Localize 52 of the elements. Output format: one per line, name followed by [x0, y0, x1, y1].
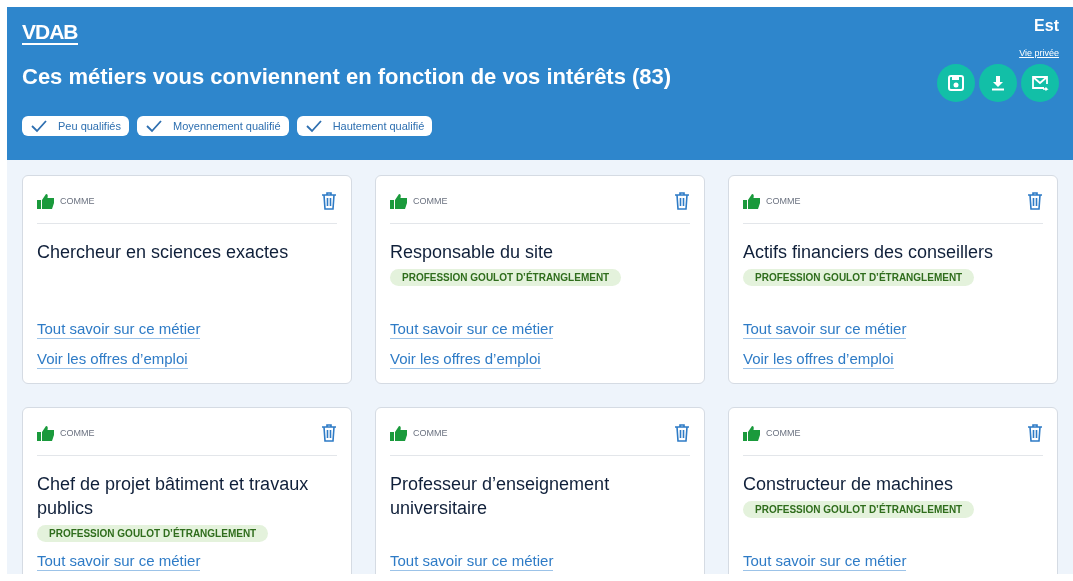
trash-icon[interactable] [1027, 423, 1043, 442]
job-link[interactable]: Voir les offres d’emploi [743, 350, 894, 369]
thumbs-up-icon [390, 424, 408, 441]
vdab-logo[interactable]: VDAB [22, 21, 78, 45]
bottleneck-badge: PROFESSION GOULOT D’ÉTRANGLEMENT [743, 501, 975, 518]
filter-chip[interactable]: Hautement qualifié [296, 116, 433, 136]
job-link[interactable]: Voir les offres d’emploi [37, 350, 188, 369]
job-link[interactable]: Tout savoir sur ce métier [37, 320, 201, 339]
download-button[interactable] [979, 64, 1017, 102]
filter-chip[interactable]: Peu qualifiés [22, 116, 129, 136]
email-button[interactable] [1021, 64, 1059, 102]
like-label: COMME [413, 427, 448, 438]
like-label: COMME [413, 195, 448, 206]
trash-icon[interactable] [1027, 191, 1043, 210]
thumbs-up-icon [37, 192, 55, 209]
language-label[interactable]: Est [1034, 17, 1059, 35]
thumbs-up-icon [743, 424, 761, 441]
envelope-icon [1031, 74, 1049, 92]
job-link[interactable]: Tout savoir sur ce métier [743, 552, 907, 571]
like-label: COMME [60, 195, 95, 206]
privacy-link[interactable]: Vie privée [1019, 48, 1059, 58]
job-title: Professeur d’enseignement universitaire [390, 473, 611, 520]
thumbs-up-icon [743, 192, 761, 209]
trash-icon[interactable] [321, 423, 337, 442]
like-label: COMME [766, 427, 801, 438]
job-link[interactable]: Voir les offres d’emploi [390, 350, 541, 369]
job-title: Actifs financiers des conseillers [743, 241, 995, 264]
trash-icon[interactable] [321, 191, 337, 210]
job-title: Chef de projet bâtiment et travaux publics [37, 473, 310, 520]
job-link[interactable]: Tout savoir sur ce métier [390, 552, 554, 571]
thumbs-up-icon [390, 192, 408, 209]
job-title: Constructeur de machines [743, 473, 955, 496]
thumbs-up-icon [37, 424, 55, 441]
job-link[interactable]: Tout savoir sur ce métier [390, 320, 554, 339]
like-label: COMME [766, 195, 801, 206]
like-label: COMME [60, 427, 95, 438]
page-title: Ces métiers vous conviennent en fonction de vos intérêts (83) [22, 64, 672, 90]
download-icon [989, 74, 1007, 92]
job-link[interactable]: Tout savoir sur ce métier [743, 320, 907, 339]
filter-chip[interactable]: Moyennement qualifié [137, 116, 289, 136]
job-title: Chercheur en sciences exactes [37, 241, 290, 264]
check-icon [30, 119, 48, 133]
check-icon [304, 119, 323, 133]
job-link[interactable]: Tout savoir sur ce métier [37, 552, 201, 571]
job-title: Responsable du site [390, 241, 555, 264]
trash-icon[interactable] [674, 423, 690, 442]
save-button[interactable] [937, 64, 975, 102]
bottleneck-badge: PROFESSION GOULOT D’ÉTRANGLEMENT [37, 525, 269, 542]
trash-icon[interactable] [674, 191, 690, 210]
bottleneck-badge: PROFESSION GOULOT D’ÉTRANGLEMENT [390, 269, 622, 286]
check-icon [145, 119, 163, 133]
bottleneck-badge: PROFESSION GOULOT D’ÉTRANGLEMENT [743, 269, 975, 286]
